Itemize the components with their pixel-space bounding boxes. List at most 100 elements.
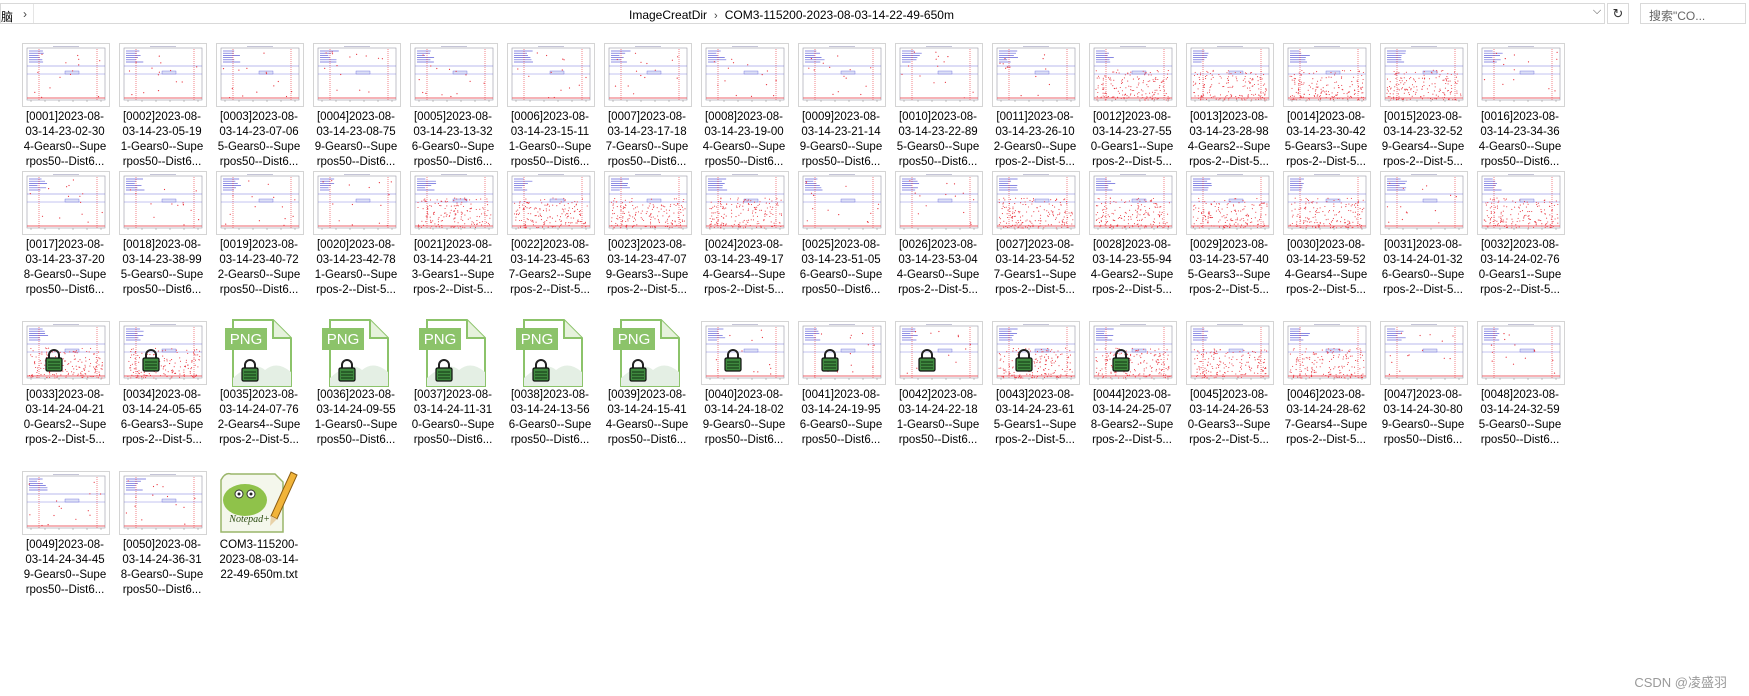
chart-thumbnail: [217, 44, 303, 106]
file-name-line: [0004]2023-08-: [316, 111, 395, 123]
file-name-line: 4-Gears2--Supe: [1090, 269, 1174, 281]
file-name-line: rpos-2--Dist-5...: [1092, 156, 1172, 168]
file-name-label: [0002]2023-08- 03-14-23-05-19 1-Gears0--Su…: [108, 110, 216, 170]
chart-thumbnail: [993, 172, 1079, 234]
lock-icon: [821, 349, 839, 372]
breadcrumb-chevron-icon[interactable]: ›: [23, 7, 27, 21]
file-name-line: rpos-2--Dist-5...: [1286, 434, 1366, 446]
file-name-label: [0007]2023-08- 03-14-23-17-18 7-Gears0--Su…: [593, 110, 701, 170]
file-name-line: 1-Gears0--Supe: [896, 419, 980, 431]
file-thumbnail: [217, 172, 303, 234]
chart-thumbnail: [896, 322, 982, 384]
file-name-line: 1-Gears0--Supe: [508, 141, 592, 153]
breadcrumb-chevron-icon[interactable]: ›: [714, 10, 718, 22]
file-name-line: 6-Gears0--Supe: [799, 269, 883, 281]
file-thumbnail: [1187, 172, 1273, 234]
lock-icon: [724, 349, 742, 372]
file-name-line: 03-14-24-13-56: [510, 404, 590, 416]
file-name-line: rpos50--Dist6...: [510, 434, 590, 446]
file-name-line: 03-14-24-32-59: [1480, 404, 1560, 416]
lock-icon: [338, 359, 356, 382]
file-name-line: rpos-2--Dist-5...: [510, 284, 590, 296]
chart-thumbnail: [799, 44, 885, 106]
file-name-line: 9-Gears3--Supe: [605, 269, 689, 281]
file-thumbnail: [1090, 172, 1176, 234]
address-bar[interactable]: 脑 › ImageCreatDir › COM3-115200-2023-08-03…: [0, 3, 1605, 24]
file-thumbnail: [993, 172, 1079, 234]
file-thumbnail: [1381, 172, 1467, 234]
file-name-label: [0020]2023-08- 03-14-23-42-78 1-Gears0--Su…: [302, 238, 410, 298]
file-thumbnail: [799, 172, 885, 234]
file-name-label: [0004]2023-08- 03-14-23-08-75 9-Gears0--Su…: [302, 110, 410, 170]
file-name-line: [0042]2023-08-: [898, 389, 977, 401]
file-name-line: 03-14-24-25-07: [1092, 404, 1172, 416]
file-name-line: 2023-08-03-14-: [219, 554, 299, 566]
file-thumbnail: [120, 44, 206, 106]
breadcrumb-item-imagecreatdir[interactable]: ImageCreatDir: [629, 8, 707, 22]
file-thumbnail: [1187, 44, 1273, 106]
file-name-line: [0030]2023-08-: [1286, 239, 1365, 251]
file-name-line: 03-14-24-34-45: [25, 554, 105, 566]
png-badge-text: PNG: [327, 331, 360, 348]
file-name-line: 03-14-23-13-32: [413, 126, 493, 138]
chart-thumbnail: [217, 172, 303, 234]
file-name-line: rpos50--Dist6...: [510, 156, 590, 168]
file-name-line: rpos-2--Dist-5...: [1383, 156, 1463, 168]
file-name-line: [0018]2023-08-: [122, 239, 201, 251]
lock-icon: [241, 359, 259, 382]
file-name-line: 4-Gears0--Supe: [605, 419, 689, 431]
file-name-line: 1-Gears0--Supe: [314, 269, 398, 281]
file-name-line: [0027]2023-08-: [995, 239, 1074, 251]
chart-thumbnail: [120, 172, 206, 234]
file-name-label: [0043]2023-08- 03-14-24-23-61 5-Gears1--Su…: [981, 388, 1089, 448]
file-name-line: [0037]2023-08-: [413, 389, 492, 401]
file-name-line: 03-14-23-45-63: [510, 254, 590, 266]
file-name-line: 6-Gears3--Supe: [120, 419, 204, 431]
png-badge-text: PNG: [424, 331, 457, 348]
breadcrumb-divider: [33, 4, 34, 23]
file-name-line: 9-Gears0--Supe: [23, 569, 107, 581]
file-name-label: [0042]2023-08- 03-14-24-22-18 1-Gears0--Su…: [884, 388, 992, 448]
file-name-line: rpos-2--Dist-5...: [607, 284, 687, 296]
file-name-line: rpos50--Dist6...: [25, 156, 105, 168]
file-thumbnail: [605, 172, 691, 234]
file-name-line: [0029]2023-08-: [1189, 239, 1268, 251]
search-input[interactable]: 搜索"CO...: [1640, 3, 1746, 24]
file-name-label: [0010]2023-08- 03-14-23-22-89 5-Gears0--Su…: [884, 110, 992, 170]
chevron-down-icon[interactable]: ⌵: [1589, 5, 1605, 22]
file-name-line: [0020]2023-08-: [316, 239, 395, 251]
file-name-line: [0031]2023-08-: [1383, 239, 1462, 251]
chart-thumbnail: [605, 44, 691, 106]
file-name-line: 9-Gears0--Supe: [799, 141, 883, 153]
breadcrumb-computer[interactable]: 脑: [1, 8, 13, 25]
breadcrumb: ImageCreatDir › COM3-115200-2023-08-03-14-…: [629, 8, 954, 22]
file-name-line: 4-Gears0--Supe: [702, 141, 786, 153]
file-name-line: 2-Gears4--Supe: [217, 419, 301, 431]
file-name-line: 6-Gears0--Supe: [1381, 269, 1465, 281]
file-name-line: 03-14-23-05-19: [122, 126, 202, 138]
chart-thumbnail: [1284, 322, 1370, 384]
file-name-line: 4-Gears2--Supe: [1187, 141, 1271, 153]
file-name-line: [0043]2023-08-: [995, 389, 1074, 401]
file-name-line: 7-Gears1--Supe: [993, 269, 1077, 281]
file-thumbnail: [314, 172, 400, 234]
file-name-line: rpos-2--Dist-5...: [1189, 434, 1269, 446]
file-thumbnail: [1381, 322, 1467, 384]
file-name-line: 03-14-24-05-65: [122, 404, 202, 416]
file-name-line: rpos50--Dist6...: [25, 284, 105, 296]
file-name-label: [0018]2023-08- 03-14-23-38-99 5-Gears0--Su…: [108, 238, 216, 298]
file-name-line: rpos-2--Dist-5...: [995, 156, 1075, 168]
file-name-line: rpos-2--Dist-5...: [1189, 156, 1269, 168]
chart-thumbnail: [993, 322, 1079, 384]
file-thumbnail: [702, 44, 788, 106]
file-name-line: 03-14-23-53-04: [898, 254, 978, 266]
file-name-line: rpos50--Dist6...: [1480, 434, 1560, 446]
file-name-line: 03-14-23-55-94: [1092, 254, 1172, 266]
png-file-icon: PNG: [516, 318, 586, 393]
refresh-icon[interactable]: ↻: [1607, 3, 1629, 24]
file-name-line: [0005]2023-08-: [413, 111, 492, 123]
file-name-label: [0036]2023-08- 03-14-24-09-55 1-Gears0--Su…: [302, 388, 410, 448]
file-name-label: [0019]2023-08- 03-14-23-40-72 2-Gears0--Su…: [205, 238, 313, 298]
chart-thumbnail: [1090, 44, 1176, 106]
breadcrumb-item-current-folder[interactable]: COM3-115200-2023-08-03-14-22-49-650m: [725, 8, 954, 22]
